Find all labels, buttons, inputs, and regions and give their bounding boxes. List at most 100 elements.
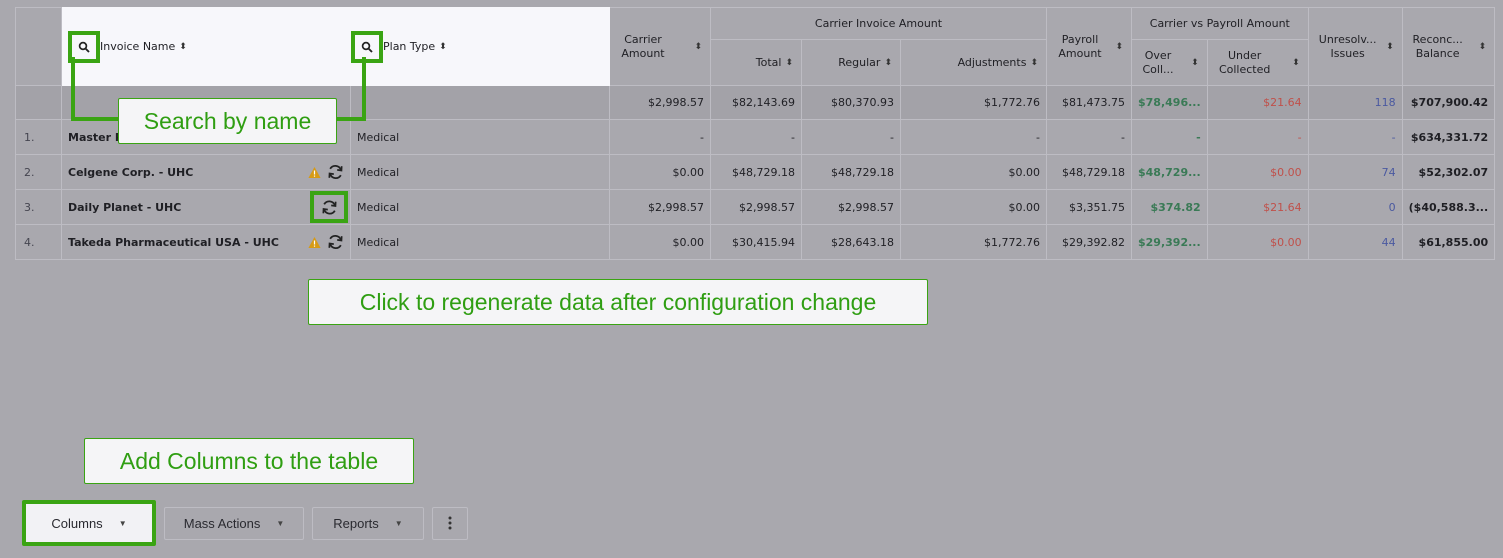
summary-issues: 118 xyxy=(1307,85,1403,120)
unresolved-issues-header[interactable]: Unresolv... Issues ⬍ xyxy=(1307,7,1403,86)
row-number-header xyxy=(15,7,62,86)
sort-icon[interactable]: ⬍ xyxy=(1292,58,1300,68)
carrier-amount-header[interactable]: Carrier Amount ⬍ xyxy=(609,7,711,86)
invoice-name-cell[interactable]: Daily Planet - UHC xyxy=(61,189,351,225)
plan-type-header[interactable]: Plan Type ⬍ xyxy=(350,7,610,86)
payroll-amount-header[interactable]: Payroll Amount ⬍ xyxy=(1046,7,1132,86)
regenerate-callout: Click to regenerate data after configura… xyxy=(308,279,928,325)
sort-icon[interactable]: ⬍ xyxy=(785,58,793,68)
invoice-name-header[interactable]: Invoice Name ⬍ xyxy=(61,7,351,86)
caret-down-icon: ▼ xyxy=(394,518,403,528)
issues-cell[interactable]: 44 xyxy=(1307,224,1403,260)
over-cell: - xyxy=(1131,119,1208,155)
adjustments-label: Adjustments xyxy=(957,56,1027,69)
summary-payroll: $81,473.75 xyxy=(1046,85,1132,120)
plan-type-label: Plan Type xyxy=(383,39,436,53)
payroll-cell: $29,392.82 xyxy=(1046,224,1132,260)
balance-cell: $61,855.00 xyxy=(1401,224,1496,260)
invoice-name-cell[interactable]: Celgene Corp. - UHC xyxy=(61,154,351,190)
caret-down-icon: ▼ xyxy=(276,518,285,528)
columns-label: Columns xyxy=(51,515,103,531)
issues-cell[interactable]: - xyxy=(1307,119,1403,155)
sort-icon[interactable]: ⬍ xyxy=(1115,42,1123,52)
sort-icon[interactable]: ⬍ xyxy=(1030,58,1038,68)
summary-adjustments: $1,772.76 xyxy=(900,85,1047,120)
total-cell: $2,998.57 xyxy=(710,189,802,225)
refresh-icon[interactable] xyxy=(327,164,344,181)
over-collected-label: Over Coll... xyxy=(1142,48,1174,76)
invoice-name: Master P xyxy=(68,130,123,144)
sort-icon[interactable]: ⬍ xyxy=(179,42,187,52)
under-collected-label: Under Collected xyxy=(1218,48,1271,76)
plan-search-button[interactable] xyxy=(351,30,383,63)
under-cell: $0.00 xyxy=(1206,224,1309,260)
carrier-cell: $0.00 xyxy=(609,154,711,190)
issues-cell[interactable]: 0 xyxy=(1307,189,1403,225)
regular-cell: - xyxy=(801,119,901,155)
table-row[interactable]: 4. Takeda Pharmaceutical USA - UHC Medic… xyxy=(15,224,1496,260)
sort-icon[interactable]: ⬍ xyxy=(439,42,447,52)
refresh-icon xyxy=(321,199,337,215)
refresh-icon[interactable] xyxy=(327,234,344,251)
reconciled-balance-label: Reconc... Balance xyxy=(1412,32,1463,60)
warning-icon xyxy=(308,236,321,248)
summary-idx xyxy=(15,85,62,120)
kebab-menu-icon xyxy=(448,516,452,530)
adjustments-cell: $0.00 xyxy=(900,154,1047,190)
invoice-name: Daily Planet - UHC xyxy=(68,200,182,214)
invoice-name-label: Invoice Name xyxy=(100,39,176,53)
sort-icon[interactable]: ⬍ xyxy=(1191,58,1199,68)
regenerate-button[interactable] xyxy=(310,191,348,223)
summary-regular: $80,370.93 xyxy=(801,85,901,120)
callout-connector xyxy=(71,117,119,121)
more-options-button[interactable] xyxy=(432,506,468,540)
payroll-cell: - xyxy=(1046,119,1132,155)
plan-type-cell: Medical xyxy=(350,154,610,190)
row-index: 4. xyxy=(15,224,62,260)
table-row[interactable]: 3. Daily Planet - UHC Medical $2,998.57 … xyxy=(15,189,1496,225)
carrier-cell: $0.00 xyxy=(609,224,711,260)
plan-type-cell: Medical xyxy=(350,224,610,260)
over-cell: $374.82 xyxy=(1131,189,1208,225)
carrier-cell: - xyxy=(609,119,711,155)
plan-type-cell: Medical xyxy=(350,119,610,155)
table-row[interactable]: 2. Celgene Corp. - UHC Medical $0.00 $48… xyxy=(15,154,1496,190)
row-index: 2. xyxy=(15,154,62,190)
summary-total: $82,143.69 xyxy=(710,85,802,120)
sort-icon[interactable]: ⬍ xyxy=(694,42,702,52)
table-toolbar: Columns ▼ Mass Actions ▼ Reports ▼ xyxy=(22,500,468,546)
total-cell: $30,415.94 xyxy=(710,224,802,260)
reports-button[interactable]: Reports ▼ xyxy=(312,506,424,540)
under-cell: $0.00 xyxy=(1206,154,1309,190)
summary-carrier: $2,998.57 xyxy=(609,85,711,120)
regular-cell: $48,729.18 xyxy=(801,154,901,190)
unresolved-issues-label: Unresolv... Issues xyxy=(1318,32,1377,60)
carrier-invoice-group-label: Carrier Invoice Amount xyxy=(814,17,943,30)
search-callout: Search by name xyxy=(118,98,337,144)
issues-cell[interactable]: 74 xyxy=(1307,154,1403,190)
carrier-cell: $2,998.57 xyxy=(609,189,711,225)
reconciled-balance-header[interactable]: Reconc... Balance ⬍ xyxy=(1401,7,1496,86)
plan-type-cell: Medical xyxy=(350,189,610,225)
invoice-name-cell[interactable]: Takeda Pharmaceutical USA - UHC xyxy=(61,224,351,260)
invoice-name: Takeda Pharmaceutical USA - UHC xyxy=(68,235,279,249)
under-cell: $21.64 xyxy=(1206,189,1309,225)
sort-icon[interactable]: ⬍ xyxy=(884,58,892,68)
mass-actions-button[interactable]: Mass Actions ▼ xyxy=(164,506,304,540)
reports-label: Reports xyxy=(333,515,379,531)
total-header[interactable]: Total ⬍ xyxy=(710,39,802,86)
regular-header[interactable]: Regular ⬍ xyxy=(801,39,901,86)
callout-connector xyxy=(336,117,366,121)
payroll-amount-label: Payroll Amount xyxy=(1058,32,1102,60)
regular-label: Regular xyxy=(838,56,881,69)
over-collected-header[interactable]: Over Coll... ⬍ xyxy=(1131,39,1208,86)
sort-icon[interactable]: ⬍ xyxy=(1479,42,1487,52)
columns-button[interactable]: Columns ▼ xyxy=(22,500,156,546)
sort-icon[interactable]: ⬍ xyxy=(1386,42,1394,52)
total-label: Total xyxy=(755,56,782,69)
under-collected-header[interactable]: Under Collected ⬍ xyxy=(1206,39,1309,86)
adjustments-header[interactable]: Adjustments ⬍ xyxy=(900,39,1047,86)
carrier-vs-payroll-group-label: Carrier vs Payroll Amount xyxy=(1149,17,1290,30)
row-index: 3. xyxy=(15,189,62,225)
search-icon xyxy=(78,41,90,53)
